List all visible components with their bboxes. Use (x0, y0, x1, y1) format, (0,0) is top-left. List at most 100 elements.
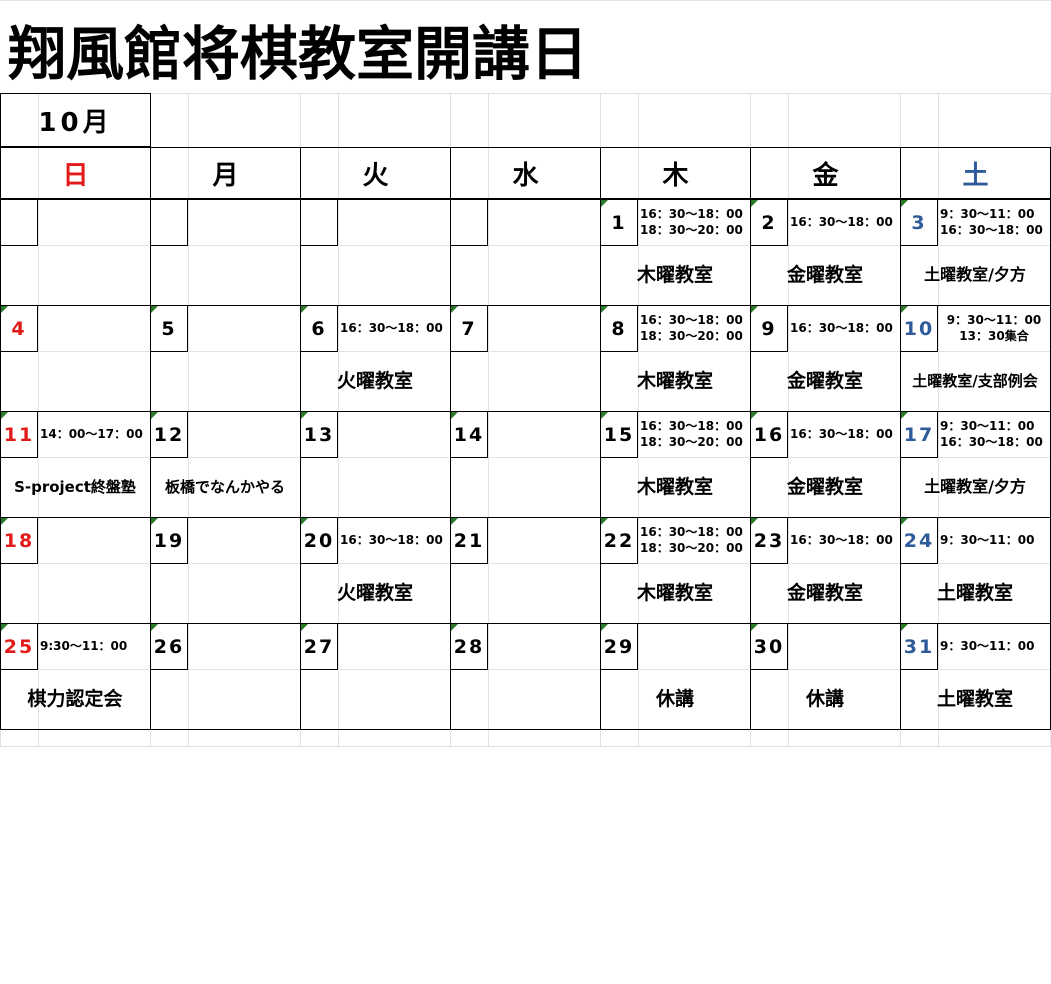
note-marker (151, 306, 158, 313)
class-label: 木曜教室 (636, 370, 713, 392)
class-label: 木曜教室 (636, 264, 713, 286)
time-slots: 16：30～18：00 (790, 426, 898, 442)
time-slot: 16：30～18：00 (790, 427, 893, 441)
time-slot: 9：30～11：00 (940, 207, 1035, 221)
note-marker (601, 306, 608, 313)
time-slot: 9：30～11：00 (940, 533, 1035, 547)
note-marker (601, 200, 608, 207)
note-marker (601, 624, 608, 631)
time-slot: 16：30～18：00 (790, 533, 893, 547)
time-slots: 9：30～11：00 (940, 532, 1048, 548)
time-slots: 16：30～18：00 18：30～20：00 (640, 418, 748, 450)
weekday-header: 火 (300, 147, 451, 199)
class-label: 金曜教室 (786, 476, 863, 498)
time-slot: 16：30～18：00 (340, 533, 443, 547)
time-slot: 9：30～11：00 (940, 419, 1035, 433)
note-marker (451, 412, 458, 419)
note-marker (301, 518, 308, 525)
time-slot: 18：30～20：00 (640, 541, 743, 555)
note-marker (301, 306, 308, 313)
time-slot: 16：30～18：00 (340, 321, 443, 335)
time-slots: 16：30～18：00 (790, 320, 898, 336)
time-slots: 16：30～18：00 (790, 532, 898, 548)
class-label: 休講 (805, 688, 844, 710)
note-marker (1, 412, 8, 419)
class-label: 休講 (655, 688, 694, 710)
note-marker (901, 624, 908, 631)
note-marker (751, 200, 758, 207)
class-label: 金曜教室 (786, 264, 863, 286)
class-label: 土曜教室/夕方 (924, 477, 1026, 496)
time-slots: 9：30～11：00 13：30集合 (940, 312, 1048, 344)
class-label: 土曜教室 (936, 582, 1013, 604)
note-marker (451, 306, 458, 313)
weekday-header: 木 (600, 147, 751, 199)
note-marker (451, 518, 458, 525)
class-label: 金曜教室 (786, 370, 863, 392)
weekday-header: 土 (900, 147, 1051, 199)
time-slots: 9：30～11：00 (940, 638, 1048, 654)
note-marker (451, 624, 458, 631)
class-label: 棋力認定会 (27, 688, 123, 710)
note-marker (901, 412, 908, 419)
time-slot: 16：30～18：00 (940, 435, 1043, 449)
note-marker (751, 518, 758, 525)
date-number (300, 199, 338, 246)
note-marker (151, 412, 158, 419)
time-slot: 16：30～18：00 (790, 321, 893, 335)
grid-hline (0, 0, 1051, 1)
time-slots: 9：30～11：00 16：30～18：00 (940, 206, 1048, 238)
class-label: 火曜教室 (336, 582, 413, 604)
note-marker (301, 624, 308, 631)
class-label: S-project終盤塾 (14, 478, 136, 496)
class-label: 火曜教室 (336, 370, 413, 392)
time-slot: 13：30集合 (959, 329, 1029, 343)
month-label: 10月 (0, 93, 151, 147)
time-slot: 16：30～18：00 (640, 525, 743, 539)
weekday-header: 月 (150, 147, 301, 199)
class-label: 土曜教室 (936, 688, 1013, 710)
note-marker (301, 412, 308, 419)
date-number (150, 199, 188, 246)
time-slots: 16：30～18：00 (790, 214, 898, 230)
time-slots: 9：30～11：00 16：30～18：00 (940, 418, 1048, 450)
weekday-header: 金 (750, 147, 901, 199)
note-marker (1, 306, 8, 313)
time-slots: 16：30～18：00 18：30～20：00 (640, 312, 748, 344)
note-marker (751, 306, 758, 313)
class-label: 土曜教室/夕方 (924, 265, 1026, 284)
time-slots: 16：30～18：00 (340, 532, 448, 548)
date-number (0, 199, 38, 246)
time-slot: 16：30～18：00 (640, 419, 743, 433)
time-slot: 9：30～11：00 (946, 313, 1042, 327)
note-marker (751, 624, 758, 631)
note-marker (901, 306, 908, 313)
class-label: 板橋でなんかやる (164, 478, 285, 496)
class-label: 金曜教室 (786, 582, 863, 604)
time-slot: 18：30～20：00 (640, 223, 743, 237)
time-slots: 16：30～18：00 18：30～20：00 (640, 524, 748, 556)
time-slot: 9:30～11：00 (40, 639, 128, 653)
class-label: 土曜教室/支部例会 (912, 372, 1038, 390)
note-marker (151, 624, 158, 631)
weekday-header: 日 (0, 147, 151, 199)
class-label: 木曜教室 (636, 582, 713, 604)
class-label: 木曜教室 (636, 476, 713, 498)
time-slots: 16：30～18：00 (340, 320, 448, 336)
note-marker (901, 518, 908, 525)
note-marker (751, 412, 758, 419)
time-slots: 14：00～17：00 (40, 426, 148, 442)
note-marker (601, 518, 608, 525)
time-slot: 18：30～20：00 (640, 435, 743, 449)
note-marker (1, 624, 8, 631)
weekday-header: 水 (450, 147, 601, 199)
time-slot: 14：00～17：00 (40, 427, 143, 441)
time-slot: 16：30～18：00 (640, 313, 743, 327)
time-slot: 9：30～11：00 (940, 639, 1035, 653)
time-slots: 16：30～18：00 18：30～20：00 (640, 206, 748, 238)
time-slots: 9:30～11：00 (40, 638, 148, 654)
note-marker (601, 412, 608, 419)
date-number (450, 199, 488, 246)
note-marker (151, 518, 158, 525)
grid-hline (0, 746, 1051, 747)
